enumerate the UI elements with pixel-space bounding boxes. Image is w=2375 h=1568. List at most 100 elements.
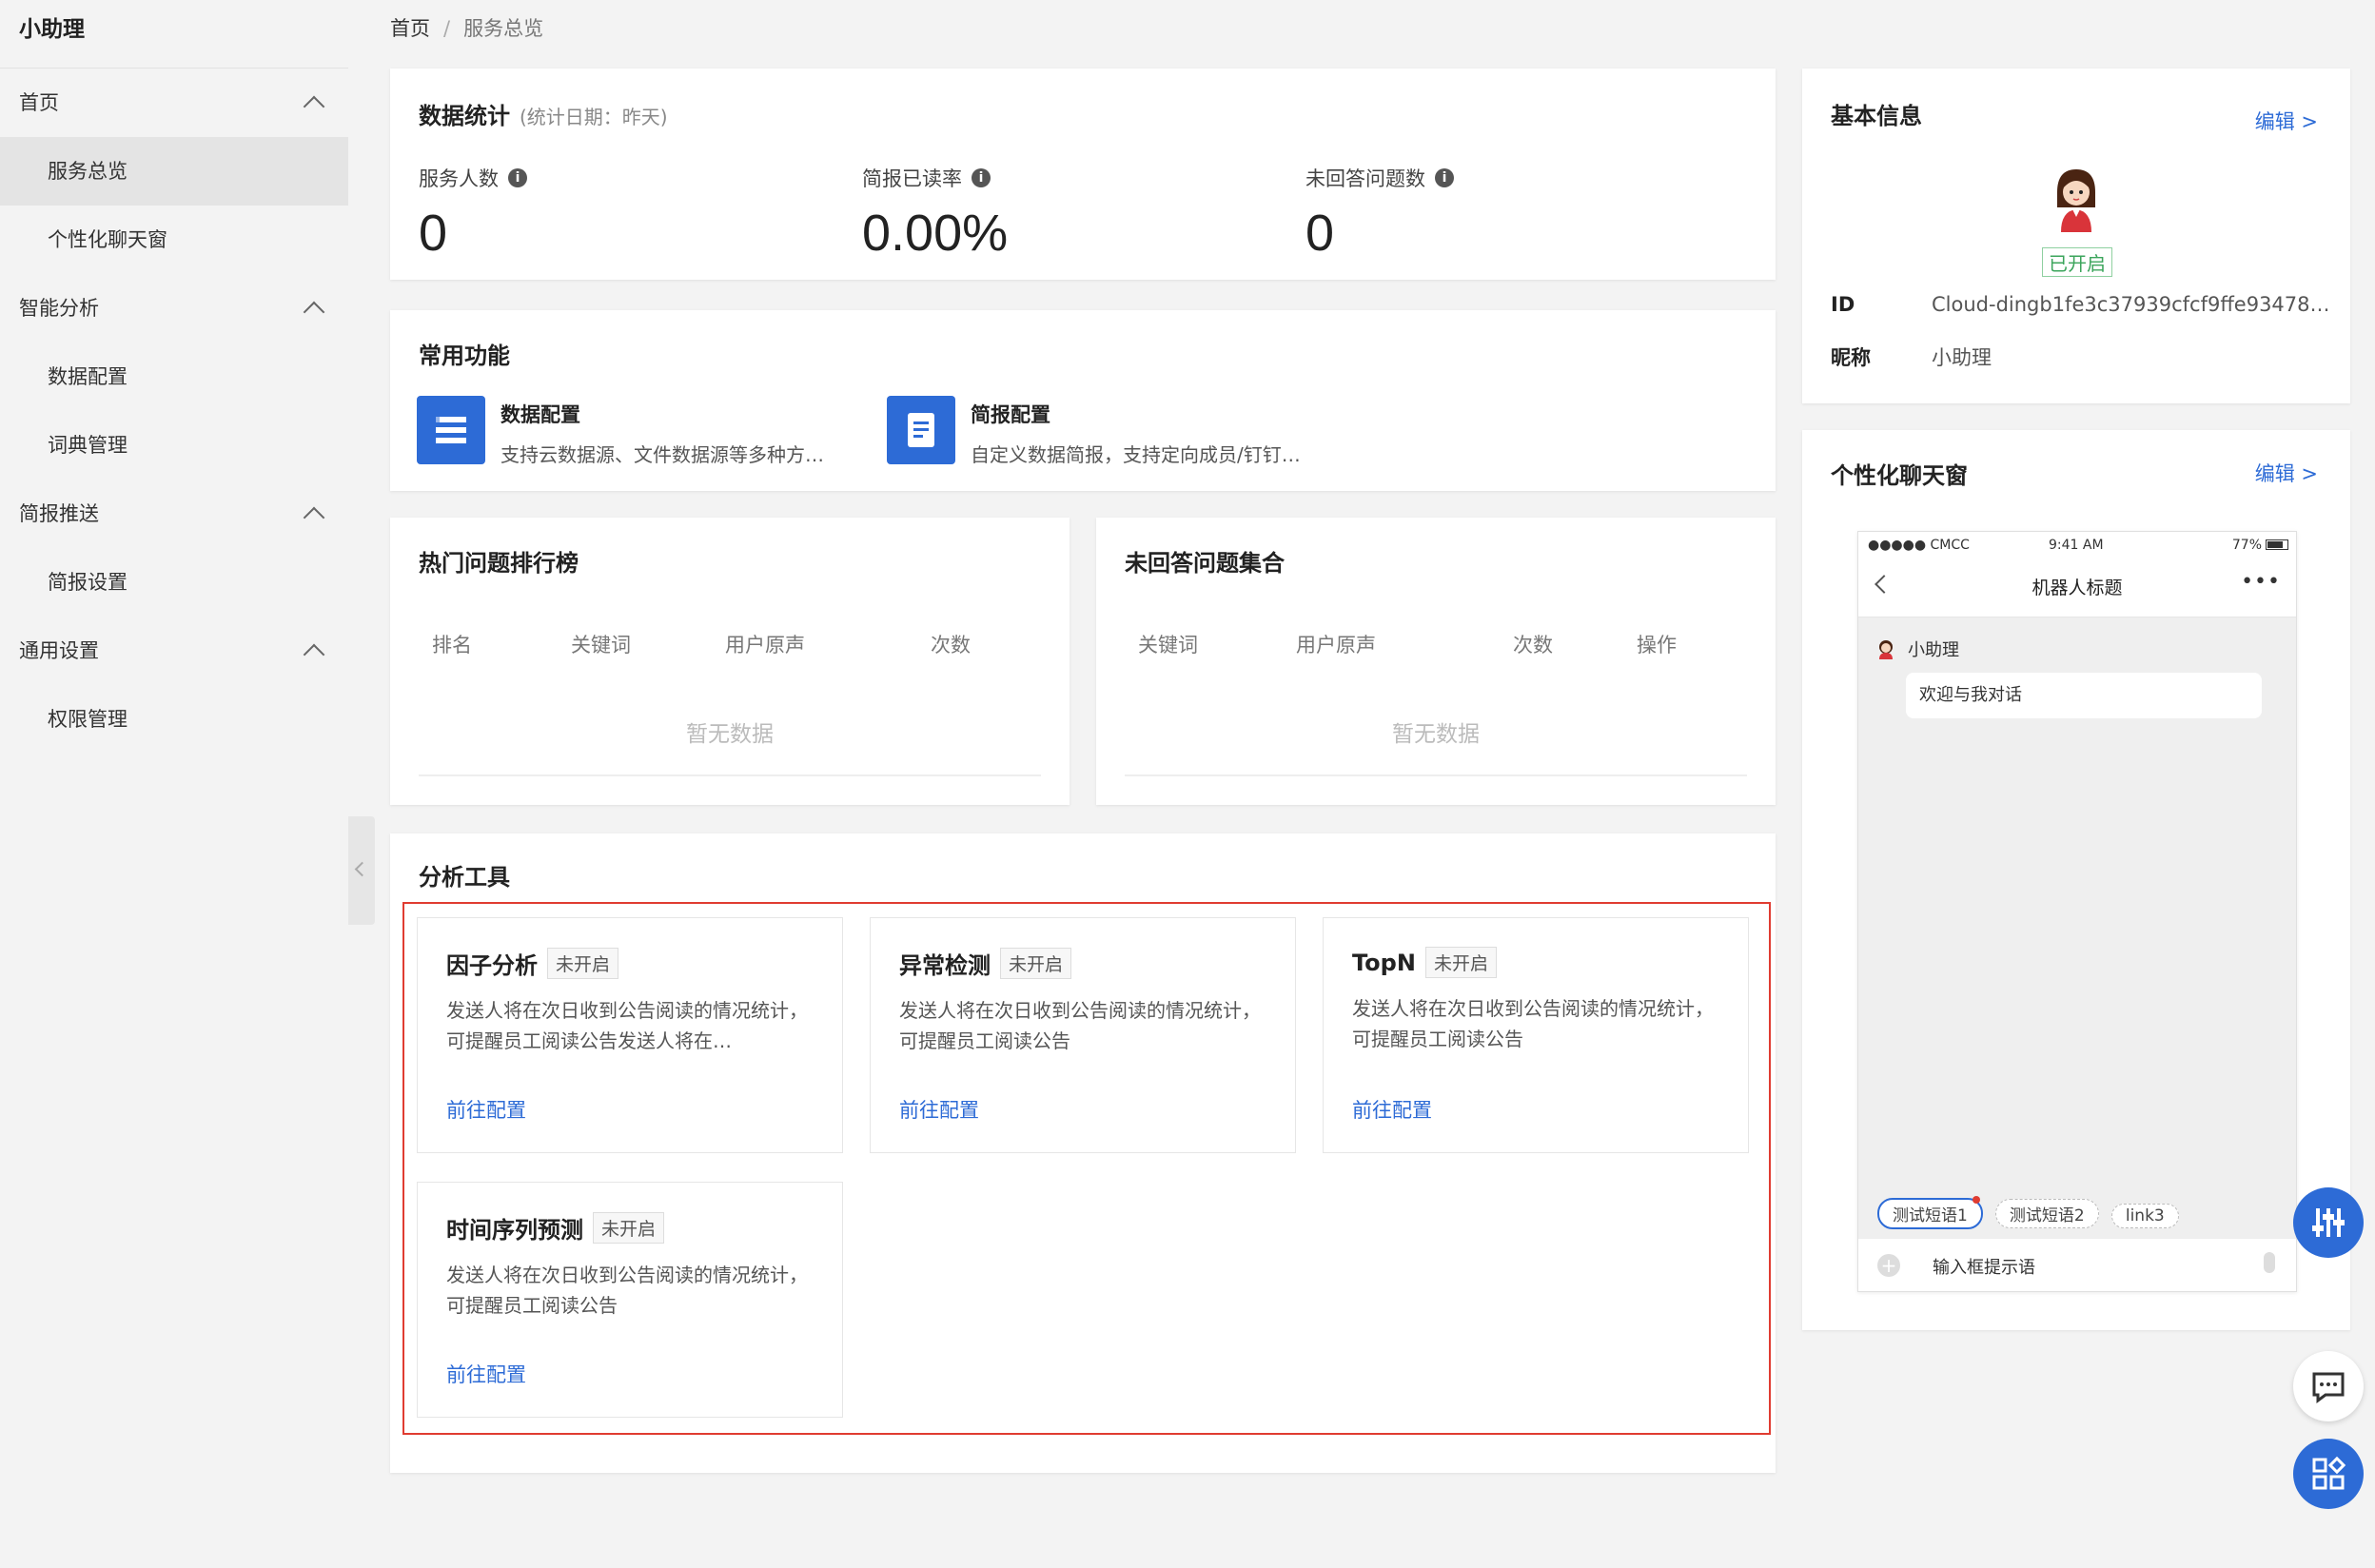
plus-icon[interactable]: + [1877,1254,1900,1277]
chat-window-title: 个性化聊天窗 [1831,462,1968,489]
list-icon [417,396,485,464]
sidebar-group-label: 简报推送 [19,502,99,525]
chat-window-card: 个性化聊天窗 编辑 > ●●●●● CMCC 9:41 AM 77% 机器人标题… [1802,430,2350,1330]
settings-fab[interactable] [2293,1187,2364,1258]
chat-input[interactable]: 输入框提示语 [1933,1254,2035,1279]
battery-icon [2266,539,2288,550]
chevron-up-icon [303,95,325,118]
stats-card: 数据统计 (统计日期：昨天) 服务人数 i 0 简报已读率 i 0.00% 未回答问题… [390,69,1776,280]
sidebar-item-data-config[interactable]: 数据配置 [0,343,348,411]
time-text: 9:41 AM [2049,538,2104,553]
features-title: 常用功能 [419,343,510,369]
configure-link[interactable]: 前往配置 [446,1360,526,1388]
info-value: 小助理 [1932,346,1992,369]
sidebar-group-briefing[interactable]: 简报推送 [0,480,348,548]
tool-anomaly-detection: 异常检测 未开启 发送人将在次日收到公告阅读的情况统计，可提醒员工阅读公告 前往… [870,917,1296,1153]
configure-link[interactable]: 前往配置 [1352,1095,1432,1124]
basic-info-card: 基本信息 编辑 > 已开启 ID Cloud-dingb1fe3c37939cfc… [1802,69,2350,403]
phone-preview: ●●●●● CMCC 9:41 AM 77% 机器人标题 ••• 小助理 欢迎与… [1857,531,2297,1292]
quick-reply-chip[interactable]: link3 [2110,1204,2179,1228]
table-header-count: 次数 [1513,634,1553,657]
info-icon[interactable]: i [1435,168,1454,187]
table-divider [1125,774,1747,776]
table-header-count: 次数 [931,634,971,657]
feature-desc: 自定义数据简报，支持定向成员/钉钉… [971,443,1301,466]
status-badge: 未开启 [593,1212,665,1244]
tool-time-series: 时间序列预测 未开启 发送人将在次日收到公告阅读的情况统计，可提醒员工阅读公告 … [417,1182,843,1418]
stat-label: 服务人数 [419,167,499,190]
feature-desc: 支持云数据源、文件数据源等多种方… [501,443,824,466]
tool-desc: 发送人将在次日收到公告阅读的情况统计，可提醒员工阅读公告 [446,1264,808,1317]
status-badge: 未开启 [547,948,619,979]
stat-label: 未回答问题数 [1305,167,1425,190]
feature-data-config[interactable]: 数据配置 支持云数据源、文件数据源等多种方… [417,396,824,467]
info-icon[interactable]: i [508,168,527,187]
chat-fab[interactable] [2293,1351,2364,1421]
sidebar-item-permissions[interactable]: 权限管理 [0,685,348,754]
status-badge: 已开启 [2042,247,2112,277]
feature-name: 简报配置 [971,403,1050,426]
sidebar-item-briefing-settings[interactable]: 简报设置 [0,548,348,617]
notification-dot [1973,1196,1980,1204]
microphone-icon[interactable] [2264,1252,2275,1273]
sidebar-group-label: 智能分析 [19,297,99,320]
tool-name: 因子分析 [446,952,538,979]
welcome-bubble: 欢迎与我对话 [1906,673,2262,718]
tool-desc: 发送人将在次日收到公告阅读的情况统计，可提醒员工阅读公告发送人将在… [446,999,808,1052]
analysis-tools-title: 分析工具 [419,864,510,891]
hot-questions-title: 热门问题排行榜 [419,550,579,577]
edit-label: 编辑 [2254,462,2295,485]
configure-link[interactable]: 前往配置 [899,1095,979,1124]
features-card: 常用功能 数据配置 支持云数据源、文件数据源等多种方… 简报配置 自定义数据简报… [390,310,1776,491]
sidebar-group-home[interactable]: 首页 [0,69,348,137]
table-header-user-voice: 用户原声 [725,634,805,657]
sidebar-group-label: 通用设置 [19,639,99,662]
grid-icon [2312,1456,2346,1490]
info-key: 昵称 [1831,346,1871,369]
stats-title: 数据统计 (统计日期：昨天) [419,97,668,130]
analysis-tools-card: 分析工具 因子分析 未开启 发送人将在次日收到公告阅读的情况统计，可提醒员工阅读… [390,833,1776,1473]
breadcrumb-current: 服务总览 [463,17,544,40]
feature-briefing-config[interactable]: 简报配置 自定义数据简报，支持定向成员/钉钉… [887,396,1301,467]
edit-button[interactable]: 编辑 > [2255,107,2318,135]
basic-info-title: 基本信息 [1831,103,1922,129]
apps-fab[interactable] [2293,1439,2364,1509]
tool-name: 时间序列预测 [446,1217,583,1244]
empty-state: 暂无数据 [686,722,774,747]
sidebar-group-analysis[interactable]: 智能分析 [0,274,348,343]
chevron-right-icon: > [2301,462,2318,485]
configure-link[interactable]: 前往配置 [446,1095,526,1124]
sidebar-item-dictionary[interactable]: 词典管理 [0,411,348,480]
breadcrumb: 首页 / 服务总览 [390,13,543,42]
info-icon[interactable]: i [972,168,991,187]
quick-reply-chip[interactable]: 测试短语1 [1877,1198,1983,1229]
table-header-keyword: 关键词 [1138,634,1198,657]
sidebar-item-overview[interactable]: 服务总览 [0,137,348,206]
tool-desc: 发送人将在次日收到公告阅读的情况统计，可提醒员工阅读公告 [1352,997,1714,1050]
table-header-rank: 排名 [432,634,472,657]
phone-title: 机器人标题 [2032,578,2123,598]
sidebar-group-general[interactable]: 通用设置 [0,617,348,685]
stat-read-rate: 简报已读率 i 0.00% [862,164,1008,263]
stats-title-text: 数据统计 [419,103,510,129]
info-key: ID [1831,293,1855,316]
tool-name: 异常检测 [899,952,991,979]
more-icon[interactable]: ••• [2241,570,2281,594]
sidebar-collapse-button[interactable] [348,816,375,925]
bot-avatar-icon [1875,638,1896,659]
battery-text: 77% [2231,538,2262,553]
quick-reply-chip[interactable]: 测试短语2 [1994,1199,2099,1228]
message-icon [2312,1372,2345,1403]
sidebar-group-label: 首页 [19,91,59,114]
table-header-action: 操作 [1637,634,1677,657]
info-row-id: ID Cloud-dingb1fe3c37939cfcf9ffe93478… [1831,293,2330,316]
stat-value: 0.00% [862,205,1009,262]
sidebar-item-chat-window[interactable]: 个性化聊天窗 [0,206,348,274]
chevron-up-icon [303,506,325,529]
breadcrumb-home[interactable]: 首页 [390,17,430,40]
avatar [2048,164,2105,232]
table-header-keyword: 关键词 [571,634,631,657]
edit-button[interactable]: 编辑 > [2255,459,2318,487]
stat-label: 简报已读率 [862,167,962,190]
status-badge: 未开启 [1424,947,1497,978]
